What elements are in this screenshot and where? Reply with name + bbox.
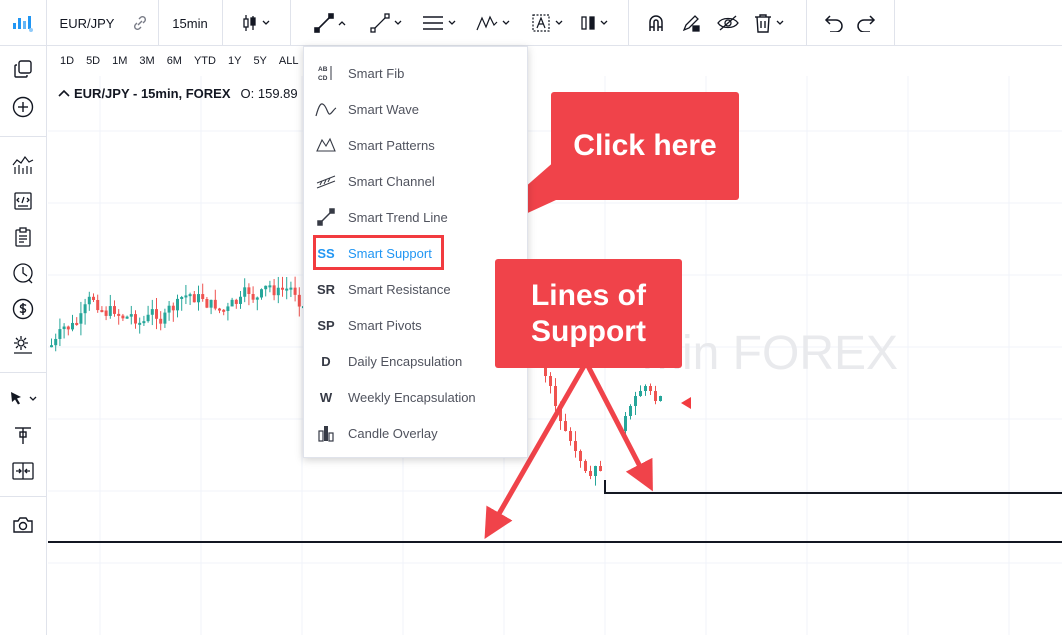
menu-item-daily-encapsulation[interactable]: D Daily Encapsulation	[304, 343, 527, 379]
menu-label: Smart Trend Line	[348, 209, 448, 225]
pivots-icon: SP	[317, 317, 335, 333]
svg-text:AB: AB	[318, 66, 328, 73]
menu-label: Smart Resistance	[348, 281, 451, 297]
smart-tools-menu: AB CD Smart Fib Smart Wave Smart Patterns…	[303, 46, 528, 458]
callout-lines-of-support: Lines of Support	[495, 259, 682, 368]
trend-line-icon	[304, 208, 348, 226]
candle-overlay-icon	[304, 424, 348, 442]
svg-text:CD: CD	[318, 75, 328, 82]
menu-item-smart-fib[interactable]: AB CD Smart Fib	[304, 55, 527, 91]
menu-item-smart-pivots[interactable]: SP Smart Pivots	[304, 307, 527, 343]
fib-icon: AB CD	[304, 64, 348, 82]
menu-label: Smart Wave	[348, 101, 420, 117]
menu-label: Smart Patterns	[348, 137, 435, 153]
menu-label: Smart Fib	[348, 65, 405, 81]
callout-click-here: Click here	[551, 92, 739, 200]
menu-item-smart-patterns[interactable]: Smart Patterns	[304, 127, 527, 163]
callout-line-2: Support	[531, 314, 646, 348]
channel-icon	[304, 173, 348, 189]
menu-item-smart-trend-line[interactable]: Smart Trend Line	[304, 199, 527, 235]
arrow-to-upper-support	[585, 364, 653, 492]
callout-line-1: Lines of	[530, 278, 646, 312]
menu-label: Smart Channel	[348, 173, 435, 189]
daily-icon: D	[321, 353, 331, 369]
menu-item-candle-overlay[interactable]: Candle Overlay	[304, 415, 527, 451]
menu-item-smart-resistance[interactable]: SR Smart Resistance	[304, 271, 527, 307]
wave-icon	[304, 101, 348, 117]
weekly-icon: W	[319, 389, 333, 405]
menu-label: Weekly Encapsulation	[348, 389, 476, 405]
patterns-icon	[304, 137, 348, 153]
menu-item-smart-wave[interactable]: Smart Wave	[304, 91, 527, 127]
menu-item-weekly-encapsulation[interactable]: W Weekly Encapsulation	[304, 379, 527, 415]
menu-label: Daily Encapsulation	[348, 353, 463, 369]
menu-item-smart-channel[interactable]: Smart Channel	[304, 163, 527, 199]
menu-label: Smart Pivots	[348, 317, 422, 333]
highlight-box	[313, 235, 444, 270]
menu-label: Candle Overlay	[348, 425, 438, 441]
resistance-icon: SR	[316, 281, 336, 297]
